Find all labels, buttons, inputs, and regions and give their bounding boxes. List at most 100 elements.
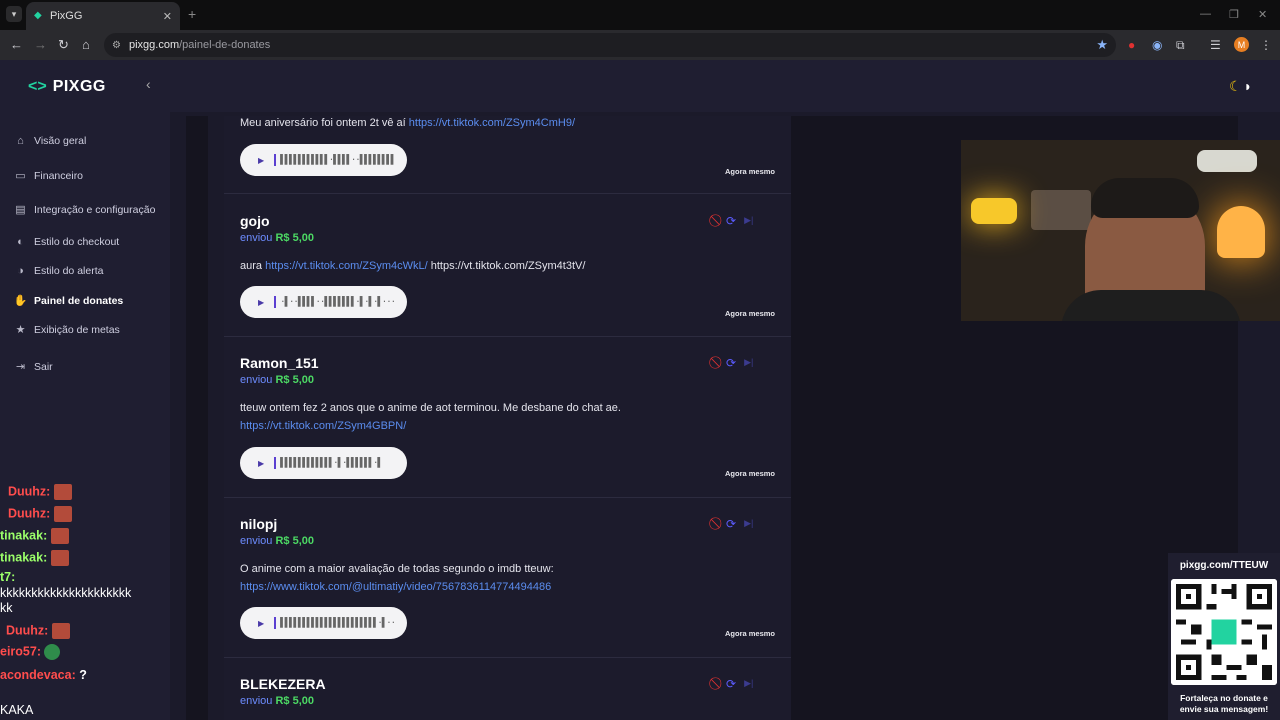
brand-name: PIXGG (52, 78, 106, 95)
profile-avatar[interactable]: M (1234, 37, 1249, 52)
waveform: ▌▌▌▌▌▌▌▌▌▌▌·▌▌▌▌··▌▌▌▌▌▌▌▌ (274, 154, 396, 166)
address-bar[interactable]: ⚙ pixgg.com/painel-de-donates ★ (104, 33, 1116, 57)
more-menu-icon[interactable]: ⋮ (1260, 38, 1272, 52)
donation-message: O anime com a maior avaliação de todas s… (240, 560, 554, 596)
message-text: O anime com a maior avaliação de todas s… (240, 563, 554, 575)
replay-icon[interactable]: ⟳ (726, 356, 736, 370)
qr-caption-line: Fortaleça no donate e (1180, 693, 1268, 703)
sidebar-item-exibicao-metas[interactable]: ★ Exibição de metas (14, 323, 120, 337)
extension-sound-icon[interactable]: ◉ (1152, 38, 1162, 52)
reading-list-icon[interactable]: ☰ (1210, 38, 1221, 52)
wallet-icon: ▭ (15, 170, 26, 182)
play-icon[interactable]: ▶ (258, 156, 264, 165)
browser-tab[interactable]: ◆ PixGG ✕ (26, 2, 180, 30)
sidebar-item-label: Estilo do alerta (34, 264, 104, 277)
logout-icon: ⇥ (15, 361, 26, 373)
qr-code (1171, 579, 1277, 685)
emote-icon (44, 644, 61, 660)
chat-line: t7: (0, 570, 15, 584)
sidebar-item-integracao[interactable]: ▤ Integração e configuração (14, 203, 155, 217)
donation-feed[interactable]: Meu aniversário foi ontem 2t vê aí https… (224, 116, 791, 720)
emote-icon (51, 623, 70, 639)
audio-player[interactable]: ▶ ▌▌▌▌▌▌▌▌▌▌▌▌▌▌▌▌▌▌▌▌▌▌·▌·· (240, 607, 407, 639)
bookmark-star-icon[interactable]: ★ (1096, 37, 1108, 53)
collapse-sidebar-icon[interactable]: ‹ (146, 76, 151, 92)
donation-link[interactable]: https://vt.tiktok.com/ZSym4GBPN/ (240, 420, 406, 432)
reload-icon[interactable]: ↻ (58, 37, 69, 53)
chat-line: KAKA (0, 703, 34, 717)
message-text: aura (240, 260, 263, 272)
donation-time: Agora mesmo (724, 469, 775, 478)
skip-icon[interactable]: ▶| (744, 518, 753, 529)
chat-line: acondevaca: ? (0, 668, 87, 682)
waveform: ▌▌▌▌▌▌▌▌▌▌▌▌▌▌▌▌▌▌▌▌▌▌·▌·· (274, 617, 396, 629)
skip-icon[interactable]: ▶| (744, 357, 753, 368)
minimize-icon[interactable]: — (1200, 8, 1211, 20)
extensions-puzzle-icon[interactable]: ⧉ (1176, 38, 1185, 53)
skip-icon[interactable]: ▶| (744, 678, 753, 689)
emote-icon (50, 528, 69, 544)
amount-prefix: enviou (240, 695, 273, 707)
donation-amount: enviou R$ 5,00 (240, 695, 314, 707)
restore-icon[interactable]: ❐ (1229, 8, 1239, 21)
chat-line: kkkkkkkkkkkkkkkkkkkkk (0, 586, 132, 600)
lamp-right (1217, 206, 1265, 258)
close-window-icon[interactable]: ✕ (1258, 8, 1267, 21)
close-tab-icon[interactable]: ✕ (163, 10, 172, 23)
chat-user: Duuhz: (6, 623, 49, 638)
sidebar-item-financeiro[interactable]: ▭ Financeiro (14, 169, 83, 183)
donation-message: Meu aniversário foi ontem 2t vê aí https… (240, 114, 575, 132)
back-icon[interactable]: ← (10, 37, 23, 52)
donation-time: Agora mesmo (724, 167, 775, 176)
skip-icon[interactable]: ▶| (744, 215, 753, 226)
audio-player[interactable]: ▶ ▌▌▌▌▌▌▌▌▌▌▌·▌▌▌▌··▌▌▌▌▌▌▌▌ (240, 144, 407, 176)
sidebar-item-painel-donates[interactable]: ✋ Painel de donates (13, 294, 124, 308)
message-text: https://vt.tiktok.com/ZSym4t3tV/ (430, 260, 586, 272)
chat-text: ? (79, 668, 87, 682)
streamer-shirt (1061, 290, 1241, 321)
replay-icon[interactable]: ⟳ (726, 214, 736, 228)
donation-link[interactable]: https://vt.tiktok.com/ZSym4CmH9/ (409, 117, 575, 129)
play-icon[interactable]: ▶ (258, 619, 264, 628)
donation-card: gojo enviou R$ 5,00 ⃠ ⟳ ▶| aura https://… (224, 194, 791, 337)
sidebar-item-label: Sair (34, 360, 53, 373)
sidebar-item-sair[interactable]: ⇥ Sair (14, 360, 53, 374)
replay-icon[interactable]: ⟳ (726, 517, 736, 531)
new-tab-icon[interactable]: + (188, 6, 196, 22)
chat-line: Duuhz: (8, 484, 72, 500)
sidebar-item-estilo-checkout[interactable]: ◐ Estilo do checkout (14, 235, 119, 248)
audio-player[interactable]: ▶ ·▌··▌▌▌▌··▌▌▌▌▌▌▌·▌·▌·▌··· (240, 286, 407, 318)
replay-icon[interactable]: ⟳ (726, 677, 736, 691)
home-icon[interactable]: ⌂ (82, 37, 90, 52)
chat-line: Duuhz: (8, 506, 72, 522)
donation-link[interactable]: https://vt.tiktok.com/ZSym4cWkL/ (265, 260, 428, 272)
donation-card: nilopj enviou R$ 5,00 ⃠ ⟳ ▶| O anime com… (224, 498, 791, 658)
forward-icon[interactable]: → (34, 37, 47, 52)
theme-toggle[interactable]: ☾ ◗ (1229, 78, 1252, 95)
brand-logo[interactable]: <> PIXGG (28, 78, 106, 96)
sidebar-item-estilo-alerta[interactable]: ◑ Estilo do alerta (14, 264, 103, 277)
audio-player[interactable]: ▶ ▌▌▌▌▌▌▌▌▌▌▌▌·▌·▌▌▌▌▌▌·▌ (240, 447, 407, 479)
play-icon[interactable]: ▶ (258, 298, 264, 307)
amount-value: R$ 5,00 (275, 374, 315, 386)
donor-name: nilopj (240, 516, 278, 532)
donation-amount: enviou R$ 5,00 (240, 535, 314, 547)
extension-record-icon[interactable]: ● (1128, 38, 1135, 52)
sidebar-item-visao-geral[interactable]: ⌂ Visão geral (14, 134, 86, 147)
settings-icon: ▤ (15, 204, 26, 216)
donation-actions: ⃠ ⟳ ▶| (718, 213, 753, 228)
amount-prefix: enviou (240, 535, 273, 547)
donation-link[interactable]: https://www.tiktok.com/@ultimatiy/video/… (240, 581, 551, 593)
donation-message: aura https://vt.tiktok.com/ZSym4cWkL/ ht… (240, 257, 585, 275)
donation-message: tteuw ontem fez 2 anos que o anime de ao… (240, 399, 621, 435)
donation-card: Ramon_151 enviou R$ 5,00 ⃠ ⟳ ▶| tteuw on… (224, 337, 791, 498)
amount-value: R$ 5,00 (275, 695, 315, 707)
amount-value: R$ 5,00 (275, 535, 315, 547)
play-icon[interactable]: ▶ (258, 459, 264, 468)
sun-icon: ☾ (1228, 78, 1242, 94)
donate-icon: ✋ (13, 295, 28, 307)
site-info-icon[interactable]: ⚙ (112, 40, 121, 51)
tab-search-button[interactable]: ▾ (6, 6, 22, 22)
donation-actions: ⃠ ⟳ ▶| (718, 516, 753, 531)
moon-icon: ◗ (1243, 78, 1252, 94)
